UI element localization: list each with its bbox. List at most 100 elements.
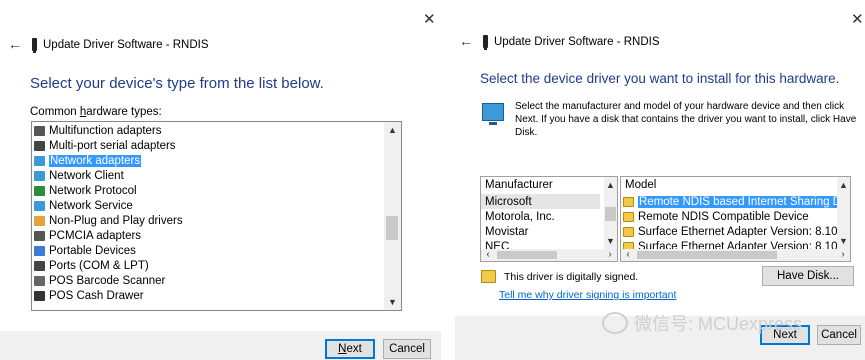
- hardware-icon: [482, 103, 504, 125]
- scroll-right-icon[interactable]: ›: [836, 249, 850, 261]
- manufacturer-item[interactable]: Movistar: [481, 224, 600, 239]
- cancel-button[interactable]: Cancel: [383, 339, 431, 359]
- manufacturer-item[interactable]: NEC: [481, 239, 600, 250]
- list-item[interactable]: Ports (COM & LPT): [32, 258, 384, 273]
- left-footer: Next Cancel: [0, 331, 441, 360]
- list-item-label: Multi-port serial adapters: [49, 139, 176, 152]
- hardware-types-list[interactable]: Multifunction adapters Multi-port serial …: [31, 121, 402, 311]
- manufacturer-item[interactable]: Microsoft: [481, 194, 600, 209]
- list-item[interactable]: Network Service: [32, 198, 384, 213]
- driver-package-icon: [623, 211, 634, 222]
- network-service-icon: [34, 200, 45, 211]
- driver-icon: [34, 215, 45, 226]
- title-row: Update Driver Software - RNDIS: [483, 35, 660, 50]
- scroll-down-icon[interactable]: ▼: [837, 233, 850, 249]
- manufacturer-list[interactable]: Manufacturer Microsoft Motorola, Inc. Movi…: [480, 176, 618, 262]
- scroll-thumb[interactable]: [386, 216, 398, 240]
- model-label: Surface Ethernet Adapter Version: 8.10.8…: [638, 225, 837, 238]
- list-item[interactable]: Network Protocol: [32, 183, 384, 198]
- manufacturer-label: Movistar: [485, 225, 529, 238]
- title-row: Update Driver Software - RNDIS: [32, 38, 209, 53]
- network-client-icon: [34, 170, 45, 181]
- driver-package-icon: [623, 241, 634, 249]
- model-hscrollbar[interactable]: ‹ ›: [621, 249, 850, 261]
- model-list[interactable]: Model Remote NDIS based Internet Sharing…: [620, 176, 851, 262]
- have-disk-button[interactable]: Have Disk...: [762, 266, 854, 286]
- list-item[interactable]: POS Cash Drawer: [32, 288, 384, 303]
- model-item[interactable]: Remote NDIS Compatible Device: [621, 209, 837, 224]
- scroll-down-icon[interactable]: ▼: [604, 233, 617, 249]
- scroll-thumb[interactable]: [637, 251, 777, 259]
- close-icon[interactable]: ✕: [851, 12, 864, 27]
- list-item[interactable]: Portable Devices: [32, 243, 384, 258]
- driver-package-icon: [623, 226, 634, 237]
- cancel-button[interactable]: Cancel: [817, 325, 861, 345]
- manufacturer-item[interactable]: Motorola, Inc.: [481, 209, 600, 224]
- wechat-icon: [602, 312, 628, 334]
- list-item-label: Network Service: [49, 199, 133, 212]
- page-heading: Select the device driver you want to ins…: [480, 71, 840, 86]
- model-header: Model: [621, 177, 837, 194]
- multifunction-icon: [34, 125, 45, 136]
- list-item-label: Network Client: [49, 169, 124, 182]
- list-item-label: Network Protocol: [49, 184, 137, 197]
- model-item[interactable]: Surface Ethernet Adapter Version: 8.10.6…: [621, 239, 837, 249]
- instructions-text: Select the manufacturer and model of you…: [515, 101, 857, 138]
- port-icon: [34, 260, 45, 271]
- driver-signing-link[interactable]: Tell me why driver signing is important: [499, 289, 676, 301]
- list-scrollbar[interactable]: ▲ ▼: [384, 122, 401, 310]
- driver-package-icon: [623, 196, 634, 207]
- list-item[interactable]: POS Barcode Scanner: [32, 273, 384, 288]
- scroll-right-icon[interactable]: ›: [603, 249, 617, 261]
- watermark: 微信号: MCUexpress: [602, 310, 802, 336]
- list-item-label: Network adapters: [49, 154, 142, 167]
- manufacturer-hscrollbar[interactable]: ‹ ›: [481, 249, 617, 261]
- portable-device-icon: [34, 245, 45, 256]
- serial-port-icon: [34, 140, 45, 151]
- model-scrollbar[interactable]: ▲ ▼: [837, 177, 850, 249]
- signed-status: This driver is digitally signed.: [481, 270, 638, 283]
- scroll-thumb[interactable]: [497, 251, 557, 259]
- manufacturer-scrollbar[interactable]: ▲ ▼: [604, 177, 617, 249]
- list-item[interactable]: Network adapters: [32, 153, 384, 168]
- list-item[interactable]: Non-Plug and Play drivers: [32, 213, 384, 228]
- next-button[interactable]: Next: [325, 339, 375, 359]
- page-heading: Select your device's type from the list …: [30, 75, 324, 92]
- list-item[interactable]: Multifunction adapters: [32, 123, 384, 138]
- scroll-up-icon[interactable]: ▲: [837, 177, 850, 193]
- scroll-up-icon[interactable]: ▲: [604, 177, 617, 193]
- list-item[interactable]: PCMCIA adapters: [32, 228, 384, 243]
- cash-drawer-icon: [34, 290, 45, 301]
- barcode-scanner-icon: [34, 275, 45, 286]
- network-adapter-icon: [34, 155, 45, 166]
- scroll-down-icon[interactable]: ▼: [384, 294, 401, 310]
- list-item-label: Multifunction adapters: [49, 124, 162, 137]
- close-icon[interactable]: ✕: [423, 12, 436, 27]
- model-label: Remote NDIS Compatible Device: [638, 210, 809, 223]
- hardware-types-label: Common hardware types:: [30, 106, 162, 118]
- model-label: Surface Ethernet Adapter Version: 8.10.6…: [638, 240, 837, 250]
- usb-device-icon: [32, 38, 37, 53]
- list-item[interactable]: Multi-port serial adapters: [32, 138, 384, 153]
- pcmcia-icon: [34, 230, 45, 241]
- back-arrow-icon[interactable]: ←: [8, 37, 22, 51]
- manufacturer-header: Manufacturer: [481, 177, 600, 194]
- model-item[interactable]: Surface Ethernet Adapter Version: 8.10.8…: [621, 224, 837, 239]
- scroll-thumb[interactable]: [605, 207, 616, 221]
- manufacturer-label: NEC: [485, 240, 510, 250]
- back-arrow-icon[interactable]: ←: [459, 34, 473, 48]
- list-item-label: Non-Plug and Play drivers: [49, 214, 183, 227]
- right-dialog: ✕ ← Update Driver Software - RNDIS Selec…: [455, 0, 865, 360]
- panel-divider: [441, 0, 455, 360]
- model-label: Remote NDIS based Internet Sharing Devic…: [638, 195, 837, 208]
- left-dialog: ✕ ← Update Driver Software - RNDIS Selec…: [0, 0, 441, 360]
- scroll-left-icon[interactable]: ‹: [481, 249, 495, 261]
- list-item[interactable]: Network Client: [32, 168, 384, 183]
- scroll-up-icon[interactable]: ▲: [384, 122, 401, 138]
- list-item-label: Ports (COM & LPT): [49, 259, 149, 272]
- model-item[interactable]: Remote NDIS based Internet Sharing Devic…: [621, 194, 837, 209]
- list-item-label: POS Cash Drawer: [49, 289, 144, 302]
- list-item-label: POS Barcode Scanner: [49, 274, 166, 287]
- scroll-left-icon[interactable]: ‹: [621, 249, 635, 261]
- manufacturer-label: Motorola, Inc.: [485, 210, 555, 223]
